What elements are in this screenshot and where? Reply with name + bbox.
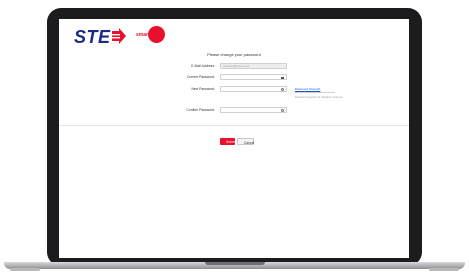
current-password-label: Current Password:: [186, 75, 215, 79]
form-title: Please change your password: [207, 52, 261, 57]
laptop-notch: [205, 262, 265, 265]
content-divider: [59, 125, 409, 126]
password-requirement-note: Password requires 10 character minimum: [295, 96, 343, 99]
submit-button[interactable]: Submit: [220, 138, 236, 145]
browser-screen: STE smart Please change your password E-…: [59, 19, 409, 258]
email-label: E-Mail Address:: [191, 64, 215, 68]
confirm-password-label: Confirm Password:: [186, 108, 215, 112]
current-password-field[interactable]: [220, 74, 287, 80]
password-strength-link[interactable]: Password Strength: [295, 87, 320, 91]
confirm-password-field[interactable]: [220, 107, 287, 113]
site-header: STE smart: [59, 19, 409, 49]
smart-logo-text: smart: [136, 32, 150, 38]
eye-icon[interactable]: [281, 88, 284, 91]
arrow-logo-icon: [112, 28, 126, 44]
smart-circle-icon: [148, 26, 165, 43]
strength-meter: [295, 92, 335, 93]
laptop-foot: [10, 268, 40, 271]
new-password-field[interactable]: [220, 86, 287, 92]
smart-logo: smart: [136, 26, 170, 43]
keyboard-icon[interactable]: [281, 76, 284, 79]
ste-logo: STE: [74, 27, 111, 47]
new-password-label: New Password:: [191, 87, 215, 91]
laptop-foot: [429, 268, 459, 271]
eye-icon[interactable]: [281, 109, 284, 112]
cancel-button[interactable]: Cancel: [237, 138, 254, 145]
email-field[interactable]: [220, 63, 287, 69]
